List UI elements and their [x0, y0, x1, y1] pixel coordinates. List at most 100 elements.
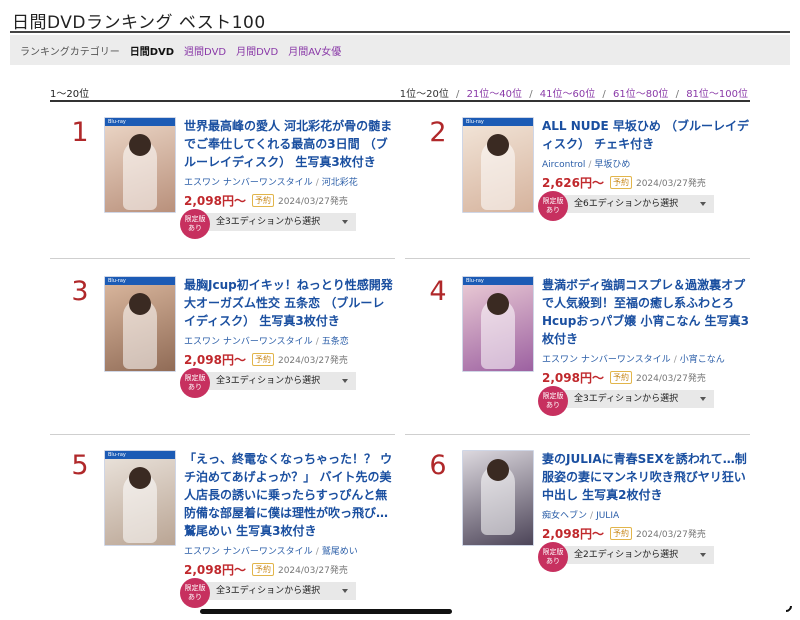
- product-thumbnail[interactable]: Blu-ray: [462, 276, 534, 372]
- cover-photo: [463, 285, 533, 371]
- edition-row: 限定版 あり 全3エディションから選択: [180, 209, 394, 239]
- bluray-tag: Blu-ray: [463, 277, 533, 285]
- price-row: 2,098円〜 予約 2024/03/27発売: [542, 525, 752, 542]
- actress-link[interactable]: 鷲尾めい: [322, 547, 358, 557]
- cover-head: [129, 134, 151, 156]
- edition-select[interactable]: 全2エディションから選択: [564, 546, 714, 564]
- page-title: 日間DVDランキング ベスト100: [12, 13, 266, 33]
- price-row: 2,098円〜 予約 2024/03/27発売: [542, 369, 752, 386]
- range-link-21-40[interactable]: 21位〜40位: [467, 89, 522, 100]
- row-divider: [50, 434, 395, 435]
- edition-select-label: 全6エディションから選択: [574, 199, 679, 209]
- loading-spinner-icon: [777, 597, 795, 615]
- actress-link[interactable]: 小宵こなん: [680, 355, 725, 365]
- edition-select[interactable]: 全3エディションから選択: [206, 582, 356, 600]
- edition-select[interactable]: 全3エディションから選択: [206, 372, 356, 390]
- maker-row: エスワン ナンバーワンスタイル / 河北彩花: [184, 175, 394, 188]
- range-link-61-80[interactable]: 61位〜80位: [613, 89, 668, 100]
- range-nav: 1位〜20位 / 21位〜40位 / 41位〜60位 / 61位〜80位 / 8…: [398, 85, 750, 100]
- chevron-down-icon: [700, 553, 706, 557]
- limited-edition-badge: 限定版 あり: [180, 209, 210, 239]
- actress-link[interactable]: 早坂ひめ: [594, 160, 630, 170]
- ranking-item: 3 Blu-ray 最胸Jcup初イキッ！ねっとり性感開発大オーガズム性交 五条…: [50, 276, 395, 426]
- maker-row: エスワン ナンバーワンスタイル / 鷲尾めい: [184, 544, 394, 557]
- range-link-41-60[interactable]: 41位〜60位: [540, 89, 595, 100]
- yoyaku-badge: 予約: [609, 176, 632, 189]
- edition-select[interactable]: 全3エディションから選択: [564, 390, 714, 408]
- product-thumbnail[interactable]: Blu-ray: [104, 450, 176, 546]
- item-title-link[interactable]: 世界最高峰の愛人 河北彩花が骨の髄までご奉仕してくれる最高の3日間 （ブルーレイ…: [184, 117, 394, 171]
- product-thumbnail[interactable]: Blu-ray: [104, 117, 176, 213]
- release-date: 2024/03/27発売: [277, 197, 348, 207]
- actress-link[interactable]: JULIA: [596, 511, 619, 521]
- edition-row: 限定版 あり 全3エディションから選択: [180, 368, 394, 398]
- item-title-link[interactable]: 最胸Jcup初イキッ！ねっとり性感開発大オーガズム性交 五条恋 （ブルーレイディ…: [184, 276, 394, 330]
- range-separator: /: [675, 88, 679, 100]
- row-divider: [50, 258, 395, 259]
- title-divider: [10, 31, 790, 33]
- row-divider: [405, 434, 750, 435]
- maker-link[interactable]: エスワン ナンバーワンスタイル: [184, 547, 313, 557]
- bluray-tag: Blu-ray: [463, 118, 533, 126]
- release-date: 2024/03/27発売: [635, 374, 706, 384]
- item-info: 豊満ボディ強調コスプレ＆過激裏オプで人気殺到！至福の癒し系ふわとろHcupおっパ…: [538, 276, 752, 416]
- range-separator: /: [456, 88, 460, 100]
- range-link-81-100[interactable]: 81位〜100位: [686, 89, 748, 100]
- rank-number: 5: [71, 450, 89, 481]
- bluray-tag: Blu-ray: [105, 277, 175, 285]
- edition-select-label: 全3エディションから選択: [216, 586, 321, 596]
- ranking-item: 2 Blu-ray ALL NUDE 早坂ひめ （ブルーレイディスク） チェキ付…: [408, 117, 753, 267]
- category-daily-dvd[interactable]: 日間DVD: [130, 43, 174, 58]
- maker-separator: /: [315, 337, 319, 347]
- cover-head: [487, 459, 509, 481]
- maker-link[interactable]: エスワン ナンバーワンスタイル: [542, 355, 671, 365]
- item-info: 世界最高峰の愛人 河北彩花が骨の髄までご奉仕してくれる最高の3日間 （ブルーレイ…: [180, 117, 394, 239]
- chevron-down-icon: [700, 397, 706, 401]
- bluray-tag: Blu-ray: [105, 451, 175, 459]
- limited-edition-badge: 限定版 あり: [538, 386, 568, 416]
- yoyaku-badge: 予約: [609, 371, 632, 384]
- maker-link[interactable]: 痴女ヘブン: [542, 511, 587, 521]
- range-row: 1〜20位 1位〜20位 / 21位〜40位 / 41位〜60位 / 61位〜8…: [50, 84, 750, 100]
- item-info: 最胸Jcup初イキッ！ねっとり性感開発大オーガズム性交 五条恋 （ブルーレイディ…: [180, 276, 394, 398]
- maker-row: Aircontrol / 早坂ひめ: [542, 157, 752, 170]
- category-monthly-actress[interactable]: 月間AV女優: [288, 43, 341, 58]
- maker-separator: /: [315, 178, 319, 188]
- maker-link[interactable]: Aircontrol: [542, 160, 585, 170]
- cover-head: [129, 293, 151, 315]
- category-monthly-dvd[interactable]: 月間DVD: [236, 43, 278, 58]
- range-separator: /: [602, 88, 606, 100]
- rank-number: 4: [429, 276, 447, 307]
- maker-separator: /: [315, 547, 319, 557]
- maker-link[interactable]: エスワン ナンバーワンスタイル: [184, 178, 313, 188]
- edition-select-label: 全3エディションから選択: [574, 394, 679, 404]
- maker-link[interactable]: エスワン ナンバーワンスタイル: [184, 337, 313, 347]
- maker-row: 痴女ヘブン / JULIA: [542, 508, 752, 521]
- product-thumbnail[interactable]: Blu-ray: [462, 117, 534, 213]
- edition-select-label: 全3エディションから選択: [216, 376, 321, 386]
- item-title-link[interactable]: ALL NUDE 早坂ひめ （ブルーレイディスク） チェキ付き: [542, 117, 752, 153]
- category-bar: ランキングカテゴリー 日間DVD 週間DVD 月間DVD 月間AV女優: [10, 35, 790, 65]
- edition-row: 限定版 あり 全2エディションから選択: [538, 542, 752, 572]
- maker-row: エスワン ナンバーワンスタイル / 五条恋: [184, 334, 394, 347]
- actress-link[interactable]: 河北彩花: [322, 178, 358, 188]
- home-indicator: [200, 609, 452, 614]
- yoyaku-badge: 予約: [251, 563, 274, 576]
- range-link-1-20[interactable]: 1位〜20位: [400, 89, 449, 100]
- ranking-item: 6 Blu-ray 妻のJULIAに青春SEXを誘われて…制服姿の妻にマンネリ吹…: [408, 450, 753, 600]
- rank-number: 6: [429, 450, 447, 481]
- chevron-down-icon: [342, 589, 348, 593]
- price: 2,098円〜: [184, 353, 246, 367]
- edition-select[interactable]: 全6エディションから選択: [564, 195, 714, 213]
- item-title-link[interactable]: 「えっ、終電なくなっちゃった！？ ウチ泊めてあげよっか？」 バイト先の美人店長の…: [184, 450, 394, 540]
- price-row: 2,626円〜 予約 2024/03/27発売: [542, 174, 752, 191]
- release-date: 2024/03/27発売: [277, 566, 348, 576]
- product-thumbnail[interactable]: Blu-ray: [104, 276, 176, 372]
- actress-link[interactable]: 五条恋: [322, 337, 349, 347]
- product-thumbnail[interactable]: Blu-ray: [462, 450, 534, 546]
- rank-number: 2: [429, 117, 447, 148]
- edition-select[interactable]: 全3エディションから選択: [206, 213, 356, 231]
- category-weekly-dvd[interactable]: 週間DVD: [184, 43, 226, 58]
- item-title-link[interactable]: 豊満ボディ強調コスプレ＆過激裏オプで人気殺到！至福の癒し系ふわとろHcupおっパ…: [542, 276, 752, 348]
- item-title-link[interactable]: 妻のJULIAに青春SEXを誘われて…制服姿の妻にマンネリ吹き飛びヤリ狂い中出し…: [542, 450, 752, 504]
